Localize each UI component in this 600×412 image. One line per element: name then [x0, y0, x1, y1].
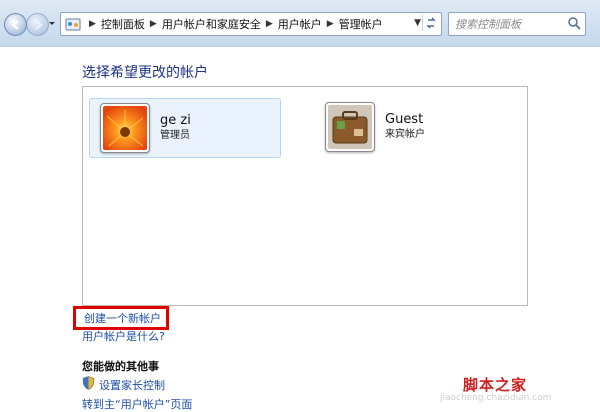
breadcrumb-manage-accounts[interactable]: 管理帐户	[339, 16, 383, 32]
navigation-bar: ▶ 控制面板 ▶ 用户帐户和家庭安全 ▶ 用户帐户 ▶ 管理帐户 ▼	[0, 0, 600, 47]
address-dropdown-icon[interactable]: ▼	[414, 18, 421, 28]
account-role: 管理员	[160, 130, 190, 141]
account-role: 来宾帐户	[385, 129, 425, 140]
watermark-logo: 脚本之家	[463, 376, 528, 394]
chevron-right-icon[interactable]: ▶	[327, 19, 334, 29]
forward-button[interactable]	[26, 13, 49, 36]
account-name: ge zi	[160, 113, 191, 128]
breadcrumb-user-accounts-family-safety[interactable]: 用户帐户和家庭安全	[162, 16, 261, 32]
recent-pages-dropdown-icon[interactable]	[48, 18, 56, 28]
avatar	[100, 103, 150, 153]
account-tile-ge-zi[interactable]: ge zi 管理员	[89, 98, 281, 158]
search-icon[interactable]	[567, 16, 581, 30]
search-box[interactable]	[448, 12, 586, 36]
page-title: 选择希望更改的帐户	[82, 65, 208, 81]
accounts-panel: ge zi 管理员 Guest 来宾帐户	[82, 86, 528, 306]
search-input[interactable]	[449, 14, 565, 35]
address-bar[interactable]: ▶ 控制面板 ▶ 用户帐户和家庭安全 ▶ 用户帐户 ▶ 管理帐户 ▼	[60, 12, 442, 36]
avatar	[325, 102, 375, 152]
what-is-account-link[interactable]: 用户帐户是什么?	[82, 328, 165, 344]
back-button[interactable]	[4, 13, 27, 36]
control-panel-icon	[65, 18, 81, 31]
goto-user-accounts-link[interactable]: 转到主“用户帐户”页面	[82, 396, 192, 412]
highlight-box: 创建一个新帐户	[73, 306, 169, 330]
breadcrumb-control-panel[interactable]: 控制面板	[101, 16, 145, 32]
arrow-right-icon	[34, 19, 43, 30]
flower-avatar-icon	[103, 106, 147, 150]
refresh-icon[interactable]	[422, 15, 439, 31]
account-name: Guest	[385, 112, 424, 127]
arrow-left-icon	[10, 19, 19, 30]
watermark-url: jiaocheng.chazidian.com	[440, 393, 552, 403]
shield-icon	[82, 376, 95, 390]
suitcase-avatar-icon	[328, 105, 372, 149]
other-tasks-heading: 您能做的其他事	[82, 360, 159, 373]
create-account-link[interactable]: 创建一个新帐户	[84, 310, 161, 326]
breadcrumb: ▶ 控制面板 ▶ 用户帐户和家庭安全 ▶ 用户帐户 ▶ 管理帐户	[84, 16, 383, 32]
chevron-right-icon[interactable]: ▶	[266, 19, 273, 29]
account-tile-guest[interactable]: Guest 来宾帐户	[315, 98, 505, 156]
parental-control-link[interactable]: 设置家长控制	[99, 377, 165, 393]
chevron-right-icon: ▶	[89, 19, 96, 29]
chevron-right-icon[interactable]: ▶	[150, 19, 157, 29]
breadcrumb-user-accounts[interactable]: 用户帐户	[278, 16, 322, 32]
